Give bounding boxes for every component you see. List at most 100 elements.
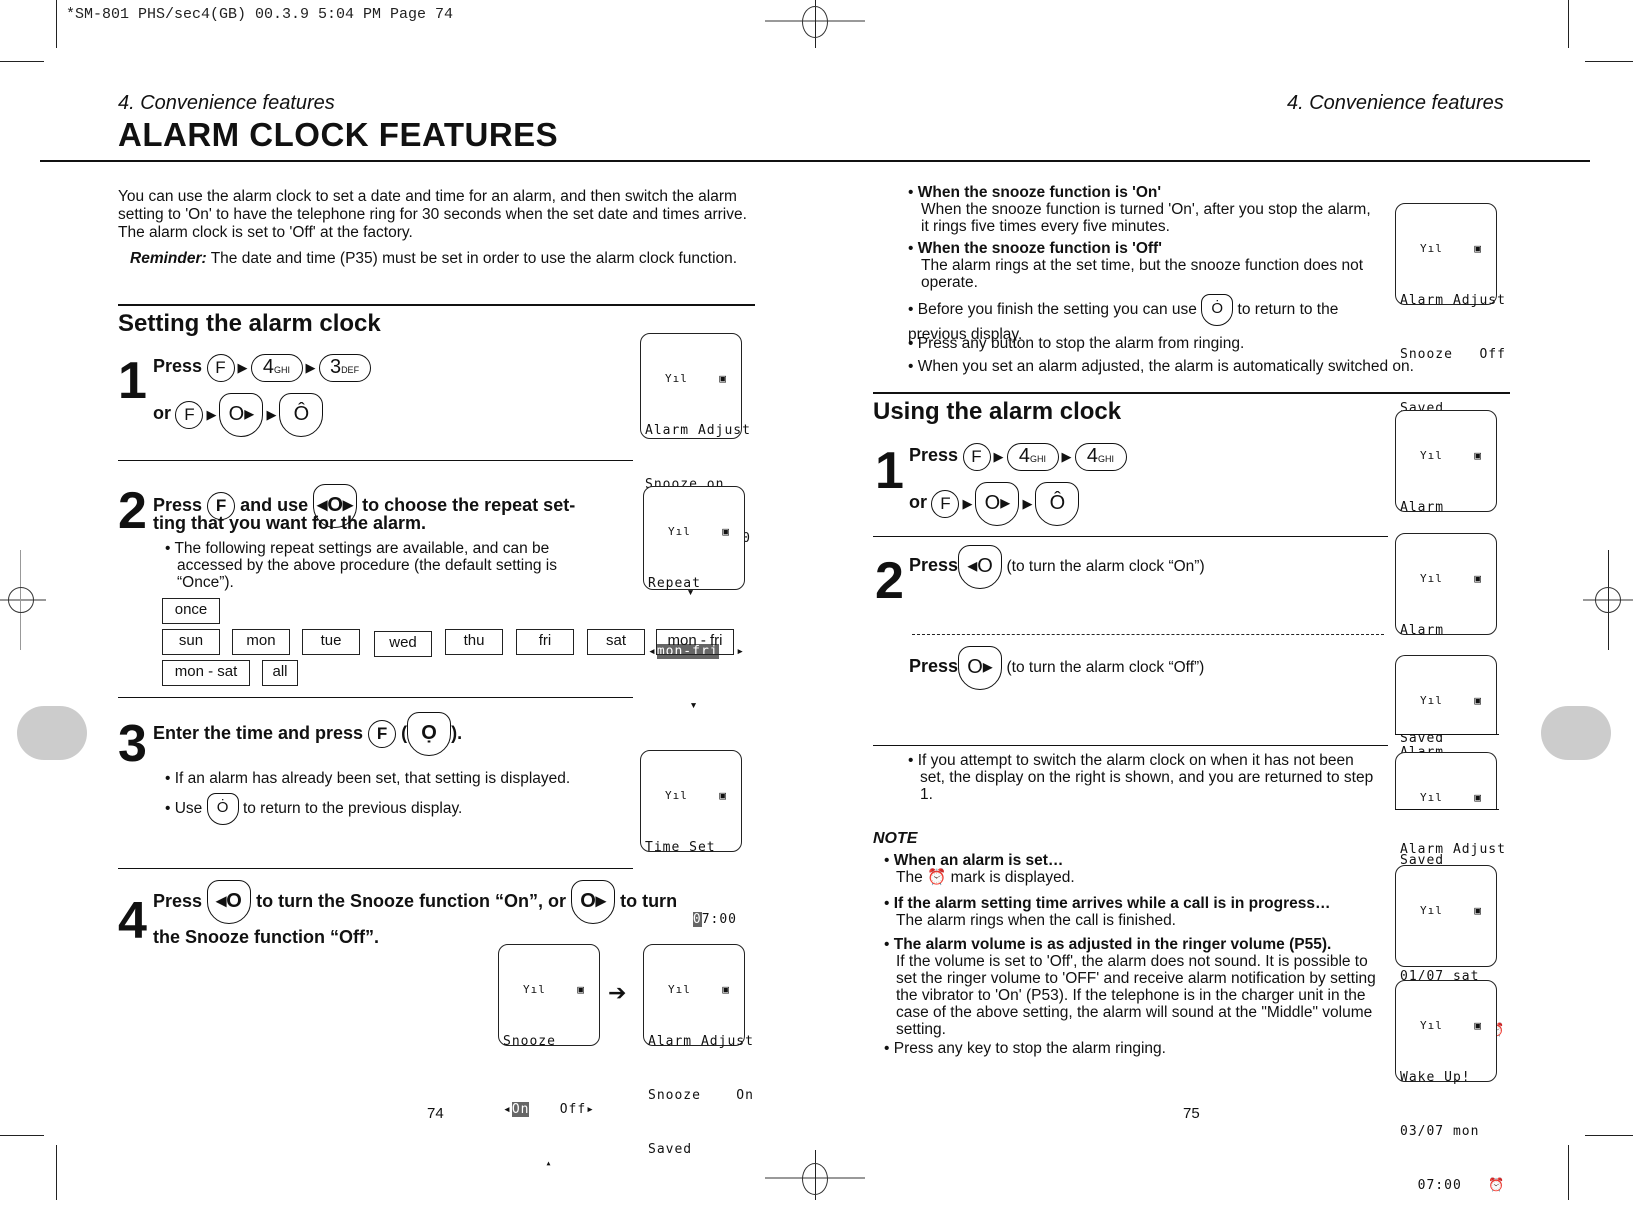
lcd-line: Snooze Off (1400, 347, 1506, 362)
crop-mark (56, 1145, 57, 1200)
note-text: The alarm rings at the set time, but the… (921, 257, 1363, 291)
note-item: • If the alarm setting time arrives whil… (884, 895, 1384, 929)
step-number: 2 (875, 552, 904, 610)
bullet-text: Before you finish the setting you can us… (917, 301, 1197, 319)
registration-mark (1595, 587, 1621, 613)
step-number: 1 (875, 442, 904, 500)
bullet-text: to return to the previous display. (242, 800, 463, 818)
lcd-line: Wake Up! (1400, 1070, 1471, 1085)
signal-icon: Yıl (665, 789, 688, 802)
note-text: When the snooze function is turned 'On',… (921, 201, 1371, 235)
step3-text: Enter the time and press (153, 722, 364, 743)
scroll-down-icon: ▾ (689, 698, 699, 713)
note-text: If the volume is set to 'Off', the alarm… (896, 953, 1376, 1038)
step3-bullet1: • If an alarm has already been set, that… (165, 770, 571, 787)
note-heading: NOTE (873, 830, 918, 847)
header-rule (40, 160, 1590, 162)
print-slug: *SM-801 PHS/sec4(GB) 00.3.9 5:04 PM Page… (66, 6, 454, 23)
alarm-clock-icon: ⏰ (927, 869, 947, 886)
nav-right-key-icon: O▸ (958, 646, 1003, 690)
or-label: or (909, 492, 927, 513)
lcd-idle-alarm-set: Yıl▣ 01/07 sat 12:34 ⏰ (1395, 865, 1504, 1038)
thumb-tab-right (1541, 706, 1611, 760)
repeat-option: all (262, 660, 298, 686)
lcd-option: Off (559, 1102, 587, 1117)
press-label: Press (153, 890, 203, 911)
page-title: ALARM CLOCK FEATURES (118, 116, 559, 153)
or-label: or (153, 403, 171, 424)
battery-icon: ▣ (1474, 904, 1482, 917)
repeat-option: once (162, 598, 220, 624)
note-item: • When an alarm is set… The ⏰ mark is di… (884, 852, 1075, 886)
page-number-left: 74 (427, 1105, 444, 1122)
battery-icon: ▣ (1474, 572, 1482, 585)
signal-icon: Yıl (1420, 572, 1443, 585)
section-rule (118, 304, 755, 306)
registration-mark (8, 587, 34, 613)
bullet-text: Use (174, 800, 203, 818)
note-bold: When an alarm is set… (893, 852, 1064, 869)
lcd-repeat: Yıl ▣ Repeat ◂mon-fri ▸ ▾ (643, 486, 745, 713)
lcd-line: Alarm Adjust (1400, 842, 1506, 857)
lcd-cut-line (1395, 734, 1499, 735)
lcd-line: Repeat (648, 576, 701, 591)
note-text: The alarm rings when the call is finishe… (896, 912, 1176, 929)
repeat-option: sun (162, 629, 220, 655)
thumb-tab-left (17, 706, 87, 760)
registration-mark (802, 6, 828, 38)
lcd-snooze-saved: Yıl ▣ Alarm Adjust Snooze On Saved (643, 944, 753, 1157)
battery-icon: ▣ (1474, 1019, 1482, 1032)
lcd-cut-line (1395, 809, 1499, 810)
step-text: (to turn the alarm clock “Off”) (1006, 659, 1205, 677)
note-bold: If the alarm setting time arrives while … (893, 895, 1331, 912)
crop-mark (1568, 1145, 1569, 1200)
signal-icon: Yıl (668, 983, 691, 996)
signal-icon: Yıl (523, 983, 546, 996)
step-number: 3 (118, 715, 147, 773)
arrow-right-icon: ➔ (608, 980, 627, 1005)
step2-bullet: • The following repeat settings are avai… (165, 540, 557, 591)
step1-line1: Press F ▶ 4GHI ▶ 3DEF (153, 354, 371, 382)
key-3-def-icon: 3DEF (318, 354, 371, 382)
battery-icon: ▣ (1474, 449, 1482, 462)
press-label: Press (909, 555, 959, 576)
lcd-wake-up: Yıl ▣ Wake Up! 03/07 mon 07:00 ⏰ (1395, 980, 1504, 1193)
key-4-ghi-icon: 4GHI (250, 354, 303, 382)
using-step1-line1: Press F ▶ 4GHI ▶ 4GHI (909, 443, 1127, 471)
note-item: • The alarm volume is as adjusted in the… (884, 936, 1379, 1038)
step4-line1: Press ◂O to turn the Snooze function “On… (153, 880, 753, 924)
battery-icon: ▣ (577, 983, 585, 996)
crop-mark (1585, 61, 1633, 62)
lcd-line: Time Set (645, 840, 716, 855)
function-key-icon: F (206, 354, 235, 382)
section-heading-using: Using the alarm clock (873, 398, 1122, 425)
note-text: The (896, 869, 923, 886)
step-divider (873, 745, 1388, 746)
bullet-text: If an alarm has already been set, that s… (174, 770, 571, 787)
step-number: 2 (118, 482, 147, 540)
function-key-icon: F (931, 490, 960, 518)
intro-paragraph: You can use the alarm clock to set a dat… (118, 188, 747, 241)
repeat-option: wed (374, 631, 432, 657)
step2-line2: ting that you want for the alarm. (153, 513, 427, 533)
step-text: (to turn the alarm clock “On”) (1006, 558, 1205, 576)
arrow-icon: ▶ (1022, 496, 1033, 511)
press-label: Press (909, 656, 959, 677)
note-bold: When the snooze function is 'Off' (917, 240, 1162, 257)
crop-mark (1585, 1135, 1633, 1136)
arrow-icon: ▶ (266, 407, 277, 422)
lcd-no-setting: Yıl▣ Alarm Adjust No Setting (1395, 752, 1505, 911)
lcd-line: Alarm (1400, 623, 1445, 638)
repeat-option: mon - sat (162, 660, 250, 686)
step3-bullet2: • Use Ȯ to return to the previous displa… (165, 793, 625, 825)
signal-icon: Yıl (668, 525, 691, 538)
step-divider (118, 697, 633, 698)
note-bold: The alarm volume is as adjusted in the r… (893, 936, 1332, 953)
nav-down-key-icon: Ọ (407, 712, 452, 756)
step-divider (118, 460, 633, 461)
step-divider (118, 868, 633, 869)
section-label-left: 4. Convenience features (118, 92, 335, 114)
lcd-alarm-on-saved: Yıl▣ Alarm On Saved (1395, 533, 1497, 746)
lcd-selected-value: On (511, 1102, 530, 1117)
step-number: 4 (118, 892, 147, 950)
